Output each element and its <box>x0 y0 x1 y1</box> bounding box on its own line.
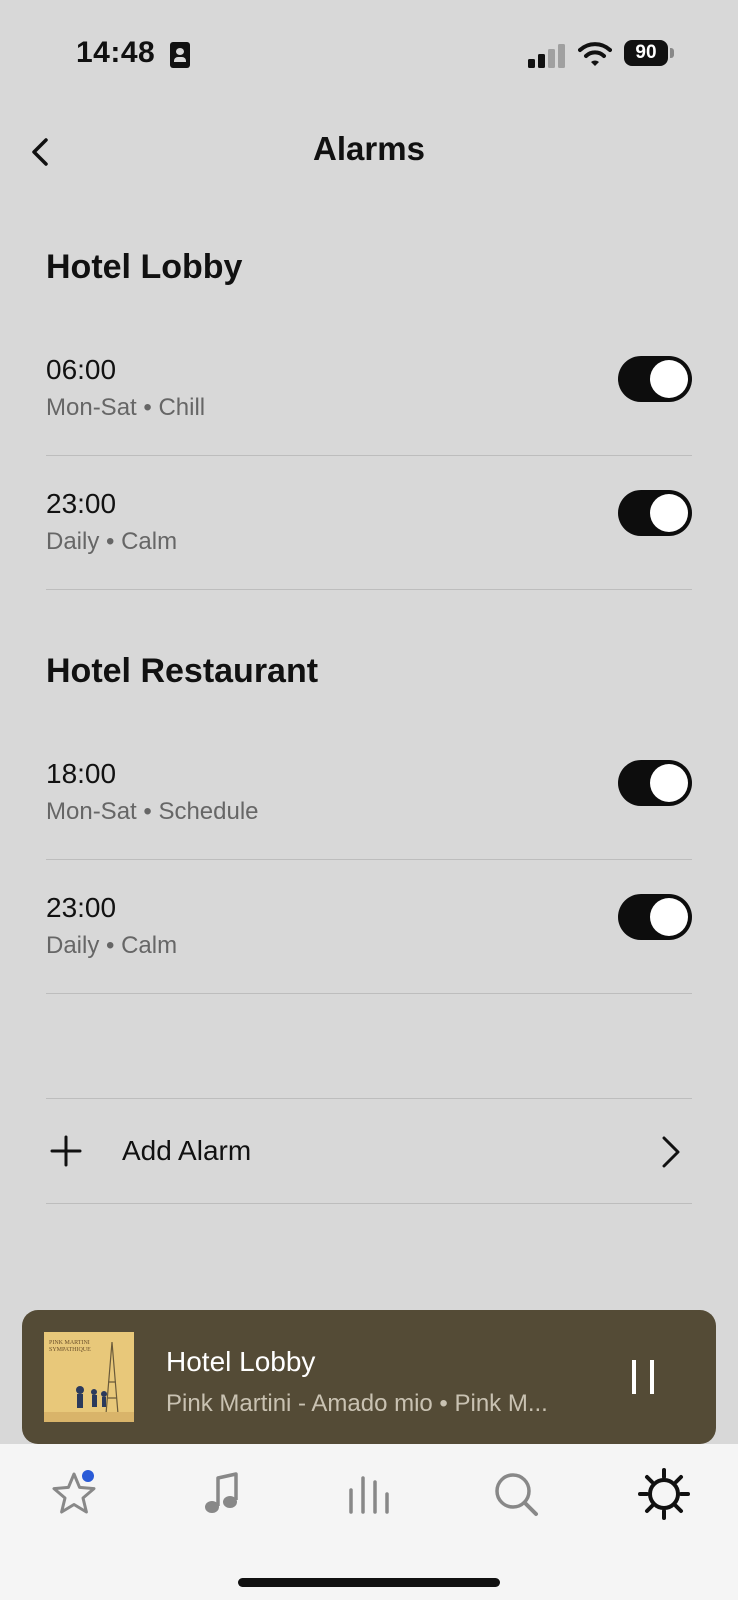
cellular-signal-icon <box>528 44 568 68</box>
alarm-detail: Daily • Calm <box>46 528 178 555</box>
toggle-knob <box>650 898 688 936</box>
plus-icon <box>50 1135 82 1167</box>
alarm-row[interactable]: 06:00 Mon-Sat • Chill <box>46 322 692 456</box>
album-art: PINK MARTINI SYMPATHIQUE <box>44 1332 134 1422</box>
alarm-time: 18:00 <box>46 758 117 789</box>
alarm-detail: Daily • Calm <box>46 932 178 959</box>
now-playing-room: Hotel Lobby <box>166 1346 316 1377</box>
alarm-toggle[interactable] <box>618 894 692 940</box>
alarm-row[interactable]: 23:00 Daily • Calm <box>46 860 692 994</box>
contact-card-icon <box>170 42 190 68</box>
status-time: 14:48 <box>76 36 156 69</box>
tab-rooms[interactable] <box>339 1464 399 1524</box>
bars-icon <box>349 1476 389 1514</box>
battery-level: 90 <box>624 40 668 66</box>
gear-icon <box>638 1468 690 1520</box>
alarm-toggle[interactable] <box>618 760 692 806</box>
toggle-knob <box>650 764 688 802</box>
pause-button[interactable] <box>630 1360 656 1394</box>
tab-settings[interactable] <box>634 1464 694 1524</box>
page-title: Alarms <box>313 130 425 167</box>
status-bar: 14:48 90 <box>0 0 738 100</box>
section-title-hotel-restaurant: Hotel Restaurant <box>46 652 319 690</box>
toggle-knob <box>650 494 688 532</box>
search-icon <box>495 1473 538 1516</box>
alarm-toggle[interactable] <box>618 356 692 402</box>
alarm-detail: Mon-Sat • Chill <box>46 394 206 421</box>
tab-music[interactable] <box>192 1464 252 1524</box>
tab-bar <box>0 1444 738 1600</box>
music-note-icon <box>205 1472 238 1513</box>
tab-search[interactable] <box>486 1464 546 1524</box>
battery-icon: 90 <box>624 40 674 68</box>
album-art-illustration <box>44 1341 134 1422</box>
add-alarm-button[interactable]: Add Alarm <box>46 1098 692 1204</box>
alarm-row[interactable]: 18:00 Mon-Sat • Schedule <box>46 726 692 860</box>
tab-favorites[interactable] <box>44 1464 104 1524</box>
wifi-icon <box>578 42 612 66</box>
alarm-time: 23:00 <box>46 488 117 519</box>
alarm-toggle[interactable] <box>618 490 692 536</box>
alarm-detail: Mon-Sat • Schedule <box>46 798 259 825</box>
notification-badge <box>82 1470 94 1482</box>
now-playing-bar[interactable]: PINK MARTINI SYMPATHIQUE Hotel Lobby Pin… <box>22 1310 716 1444</box>
alarm-time: 23:00 <box>46 892 117 923</box>
home-indicator <box>238 1578 500 1587</box>
chevron-right-icon <box>662 1136 680 1168</box>
toggle-knob <box>650 360 688 398</box>
now-playing-track: Pink Martini - Amado mio • Pink M... <box>166 1390 548 1417</box>
star-icon <box>52 1472 96 1514</box>
add-alarm-label: Add Alarm <box>122 1135 252 1166</box>
section-title-hotel-lobby: Hotel Lobby <box>46 248 243 286</box>
alarm-row[interactable]: 23:00 Daily • Calm <box>46 456 692 590</box>
alarm-time: 06:00 <box>46 354 117 385</box>
